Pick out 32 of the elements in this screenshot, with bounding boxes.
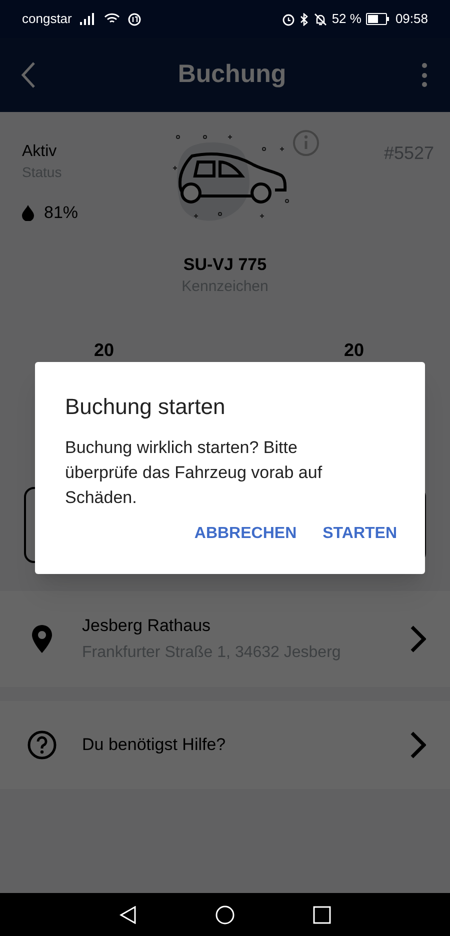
info-icon [292, 129, 320, 157]
home-nav-button[interactable] [215, 904, 235, 924]
chevron-right-icon [410, 731, 426, 759]
help-row[interactable]: Du benötigst Hilfe? [0, 701, 450, 789]
map-pin-icon [32, 625, 52, 653]
start-button[interactable]: STARTEN [316, 516, 403, 552]
battery-percentage: 52 % [332, 10, 362, 28]
mute-bell-icon [314, 12, 327, 26]
battery-icon [366, 13, 390, 25]
help-label: Du benötigst Hilfe? [82, 734, 227, 756]
carrier-name: congstar [22, 10, 72, 28]
license-plate: SU-VJ 775 [182, 254, 268, 276]
time-value: 20 [344, 339, 364, 362]
location-name: Jesberg Rathaus [82, 615, 212, 638]
screen-title: Buchung [178, 59, 286, 90]
dialog-message: Buchung wirklich starten? Bitte überprüfe das Fahrzeug vorab auf Schäden. [65, 437, 324, 509]
wifi-icon [104, 13, 120, 25]
alarm-icon [282, 12, 295, 26]
status-value: Aktiv [22, 142, 57, 162]
fuel-level: 81% [44, 202, 78, 224]
dialog-title: Buchung starten [65, 393, 226, 421]
recents-nav-button[interactable] [313, 906, 331, 924]
help-icon [27, 730, 57, 760]
drop-icon [22, 204, 34, 221]
data-saver-icon [128, 12, 141, 26]
time-value: 20 [94, 339, 114, 362]
cancel-button[interactable]: ABBRECHEN [188, 516, 303, 552]
clock-time: 09:58 [395, 10, 428, 28]
signal-icon [80, 13, 96, 25]
back-nav-button[interactable] [119, 906, 137, 924]
bluetooth-icon [300, 12, 309, 26]
chevron-right-icon [410, 625, 426, 653]
